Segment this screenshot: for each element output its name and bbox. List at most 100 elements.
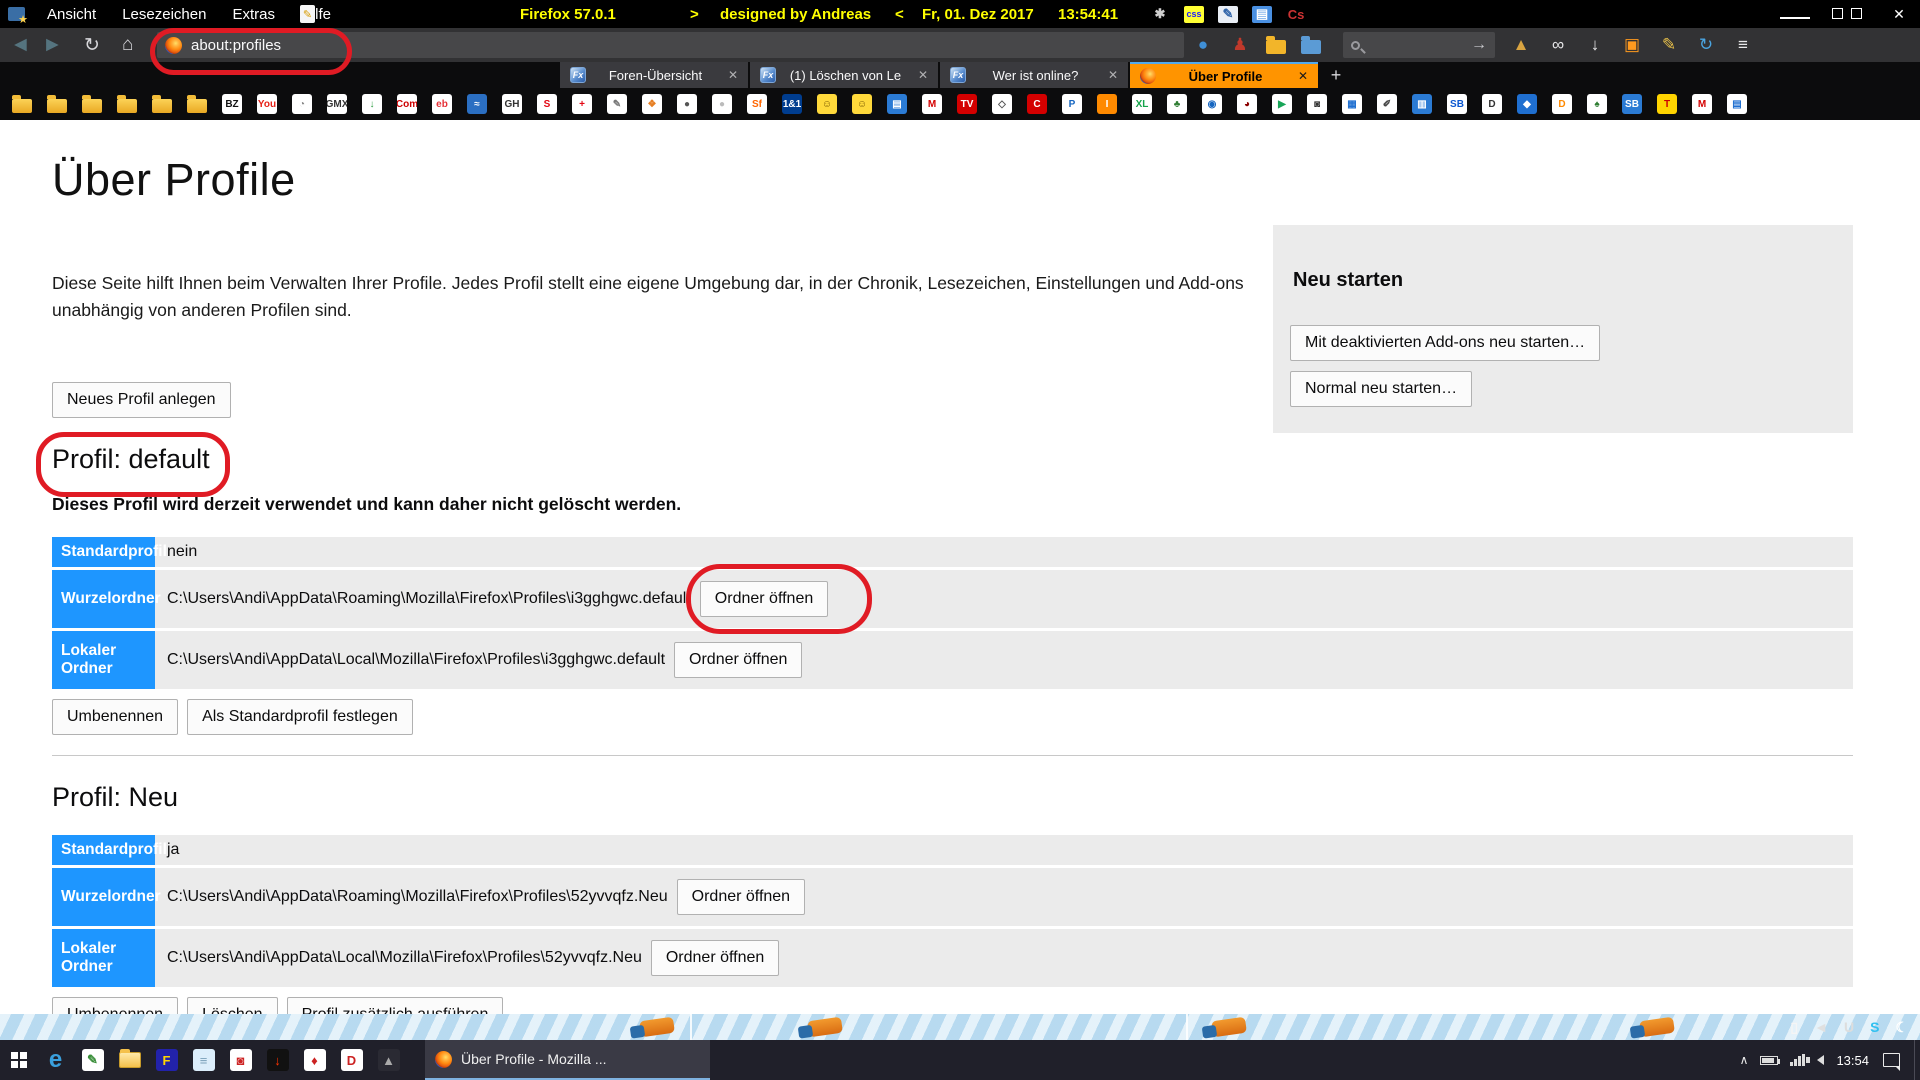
tab-über-profile[interactable]: Über Profile✕ (1130, 62, 1318, 88)
red-plus-icon[interactable]: + (572, 94, 592, 114)
löschen-button[interactable]: Löschen (187, 997, 278, 1014)
create-profile-button[interactable]: Neues Profil anlegen (52, 382, 231, 418)
search-go-icon[interactable]: → (1471, 36, 1487, 54)
hat-icon[interactable]: ▲ (1510, 34, 1532, 56)
tab-foren-übersicht[interactable]: FxForen-Übersicht✕ (560, 62, 748, 88)
profil-zusätzlich-ausführen-button[interactable]: Profil zusätzlich ausführen (287, 997, 504, 1014)
ball-dark-icon[interactable]: ● (677, 94, 697, 114)
i-orange-icon[interactable]: I (1097, 94, 1117, 114)
folder-blue-icon[interactable] (1301, 40, 1321, 54)
new-tab-button[interactable]: + (1322, 62, 1350, 88)
smiley-icon[interactable]: ☺ (852, 94, 872, 114)
sync-icon[interactable]: ↻ (1695, 34, 1717, 56)
d-red-taskbar-button[interactable]: D (333, 1040, 370, 1080)
p-blue-icon[interactable]: P (1062, 94, 1082, 114)
home-icon[interactable]: ⌂ (122, 28, 133, 62)
start-button[interactable] (0, 1040, 37, 1080)
bookmark-folder-icon[interactable] (47, 99, 67, 113)
open-folder-button[interactable]: Ordner öffnen (677, 879, 805, 915)
colorzilla-icon[interactable]: Cs (1286, 6, 1306, 23)
hamburger-menu-icon[interactable]: ≡ (1732, 34, 1754, 56)
u-badge-icon[interactable]: U (1844, 1019, 1854, 1035)
open-folder-button[interactable]: Ordner öffnen (674, 642, 802, 678)
umbenennen-button[interactable]: Umbenennen (52, 997, 178, 1014)
bz-icon[interactable]: BZ (222, 94, 242, 114)
notes-green-taskbar-button[interactable]: ✎ (74, 1040, 111, 1080)
gear-icon[interactable]: ✱ (1150, 6, 1170, 23)
list-blue-icon[interactable]: ▤ (1727, 94, 1747, 114)
play-green-icon[interactable]: ▶ (1272, 94, 1292, 114)
m-red-icon[interactable]: M (922, 94, 942, 114)
toggo-icon[interactable]: T (1657, 94, 1677, 114)
active-task-button[interactable]: Über Profile - Mozilla ... (425, 1040, 710, 1080)
d-white-icon[interactable]: D (1482, 94, 1502, 114)
tv-red-icon[interactable]: TV (957, 94, 977, 114)
taskbar-clock[interactable]: 13:54 (1836, 1053, 1869, 1068)
camera-icon[interactable]: ◙ (1307, 94, 1327, 114)
trees-icon[interactable]: ♣ (1167, 94, 1187, 114)
notepad-icon[interactable]: ✎ (300, 0, 315, 28)
trees2-icon[interactable]: ♠ (1587, 94, 1607, 114)
close-button[interactable]: ✕ (1884, 6, 1914, 23)
water-blue-icon[interactable]: ≈ (467, 94, 487, 114)
open-folder-button[interactable]: Ordner öffnen (651, 940, 779, 976)
one-and-one-icon[interactable]: 1&1 (782, 94, 802, 114)
restore-button[interactable] (1832, 6, 1862, 22)
c-red-icon[interactable]: C (1027, 94, 1047, 114)
d-orange-icon[interactable]: D (1552, 94, 1572, 114)
back-icon[interactable]: ◄ (10, 28, 31, 62)
xl-green-icon[interactable]: XL (1132, 94, 1152, 114)
document-icon[interactable]: ▯ (1790, 1019, 1798, 1036)
ebay-icon[interactable]: eb (432, 94, 452, 114)
tab-wer-ist-online[interactable]: FxWer ist online?✕ (940, 62, 1128, 88)
notepad-taskbar-button[interactable]: ≡ (185, 1040, 222, 1080)
umbenennen-button[interactable]: Umbenennen (52, 699, 178, 735)
tray-expand-icon[interactable]: ∧ (1740, 1053, 1749, 1067)
url-bar[interactable]: about:profiles (157, 32, 1184, 58)
flashfxp-taskbar-button[interactable]: F (148, 1040, 185, 1080)
sb-blue-icon[interactable]: SB (1622, 94, 1642, 114)
gh-icon[interactable]: GH (502, 94, 522, 114)
url-text[interactable]: about:profiles (191, 37, 281, 54)
menu-hilfe[interactable]: Hilfe (288, 6, 344, 23)
smiley-icon[interactable]: ☺ (817, 94, 837, 114)
down-arrow-icon[interactable]: ↓ (362, 94, 382, 114)
menu-extras[interactable]: Extras (219, 6, 288, 23)
bookmark-folder-icon[interactable] (187, 99, 207, 113)
minimize-button[interactable] (1780, 6, 1810, 22)
tab-close-icon[interactable]: ✕ (725, 66, 741, 84)
list-blue-icon[interactable]: ▤ (1252, 6, 1272, 23)
als-standardprofil-festlegen-button[interactable]: Als Standardprofil festlegen (187, 699, 413, 735)
tab-close-icon[interactable]: ✕ (1105, 66, 1121, 84)
screen-blue-icon[interactable]: ▤ (887, 94, 907, 114)
m-red2-icon[interactable]: M (1692, 94, 1712, 114)
search-bar[interactable]: → (1343, 32, 1495, 58)
account-icon[interactable]: ▣ (1621, 34, 1643, 56)
youtube-icon[interactable]: You (257, 94, 277, 114)
tab-close-icon[interactable]: ✕ (915, 66, 931, 84)
action-center-icon[interactable] (1883, 1053, 1900, 1067)
grid-blue-icon[interactable]: ▦ (1342, 94, 1362, 114)
speaker-icon[interactable]: ◄ (1814, 1019, 1828, 1035)
menu-ansicht[interactable]: Ansicht (34, 6, 109, 23)
globe-blue-icon[interactable]: ◉ (1202, 94, 1222, 114)
menu-lesezeichen[interactable]: Lesezeichen (109, 6, 219, 23)
pinwheel-icon[interactable]: ❖ (642, 94, 662, 114)
panel-blue-icon[interactable]: ▥ (1412, 94, 1432, 114)
sparkasse-icon[interactable]: S (537, 94, 557, 114)
battery-icon[interactable] (1760, 1056, 1778, 1065)
folder-yellow-icon[interactable] (1266, 40, 1286, 54)
clock-icon[interactable]: ◔ (292, 94, 312, 114)
clip-icon[interactable]: ✎ (607, 94, 627, 114)
shield-blue-icon[interactable]: ◆ (1517, 94, 1537, 114)
notes-icon[interactable]: ✎ (1218, 6, 1238, 23)
tripod-taskbar-button[interactable]: ▲ (370, 1040, 407, 1080)
notes-icon[interactable]: ✎ (1658, 34, 1680, 56)
tab-close-icon[interactable]: ✕ (1295, 67, 1311, 85)
open-folder-button[interactable]: Ordner öffnen (700, 581, 828, 617)
edge-taskbar-button[interactable]: e (37, 1040, 74, 1080)
infinity-glasses-icon[interactable]: ∞ (1547, 34, 1569, 56)
network-icon[interactable] (1790, 1054, 1805, 1066)
moon-icon[interactable]: ☾ (1895, 1019, 1908, 1036)
arrow-red-taskbar-button[interactable]: ↓ (259, 1040, 296, 1080)
